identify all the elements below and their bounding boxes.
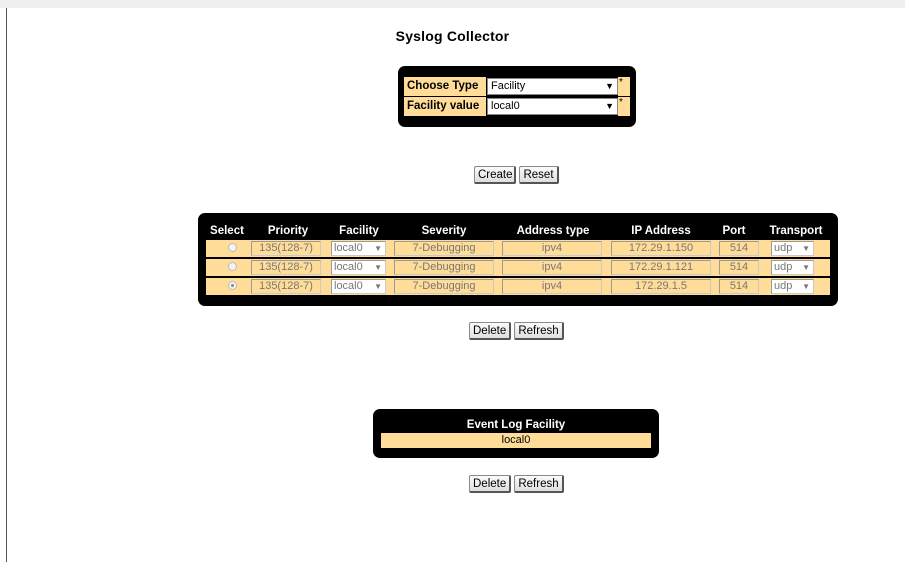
create-button[interactable]: Create xyxy=(474,166,516,184)
chevron-down-icon: ▼ xyxy=(802,263,810,272)
chevron-down-icon: ▼ xyxy=(374,282,382,291)
page-title: Syslog Collector xyxy=(395,28,510,44)
port-field[interactable]: 514 xyxy=(719,260,759,275)
facility-value-select[interactable]: local0 ▼ xyxy=(487,98,618,115)
port-field[interactable]: 514 xyxy=(719,279,759,294)
choose-type-label: Choose Type xyxy=(404,77,486,96)
ip-address-field[interactable]: 172.29.1.5 xyxy=(611,279,711,294)
required-marker: * xyxy=(618,97,630,116)
ip-address-field[interactable]: 172.29.1.150 xyxy=(611,241,711,256)
facility-select[interactable]: local0 ▼ xyxy=(331,241,386,256)
facility-select-value: local0 xyxy=(334,280,363,292)
transport-select-value: udp xyxy=(774,261,793,273)
syslog-type-form: Choose Type Facility ▼ * Facility value … xyxy=(398,66,636,127)
left-frame-border xyxy=(6,8,7,562)
column-header-priority: Priority xyxy=(267,225,309,237)
column-header-address-type: Address type xyxy=(516,225,590,237)
event-log-facility-panel: Event Log Facility local0 xyxy=(373,409,659,458)
table-row: 135(128-7) local0 ▼ 7-Debugging ipv4 172.… xyxy=(206,259,830,276)
transport-select-value: udp xyxy=(774,280,793,292)
refresh-collector-button[interactable]: Refresh xyxy=(514,322,564,340)
choose-type-value: Facility xyxy=(491,80,526,92)
ip-address-field[interactable]: 172.29.1.121 xyxy=(611,260,711,275)
facility-select[interactable]: local0 ▼ xyxy=(331,260,386,275)
required-marker: * xyxy=(618,77,630,96)
priority-field[interactable]: 135(128-7) xyxy=(251,279,321,294)
row-select-radio[interactable] xyxy=(228,281,237,290)
column-header-transport: Transport xyxy=(769,225,823,237)
choose-type-row: Choose Type Facility ▼ * xyxy=(404,77,630,96)
address-type-field[interactable]: ipv4 xyxy=(502,279,602,294)
transport-select[interactable]: udp ▼ xyxy=(771,279,814,294)
table-row: 135(128-7) local0 ▼ 7-Debugging ipv4 172.… xyxy=(206,240,830,257)
chevron-down-icon: ▼ xyxy=(605,101,614,111)
priority-field[interactable]: 135(128-7) xyxy=(251,241,321,256)
syslog-collector-table: Select Priority Facility Severity Addres… xyxy=(198,213,838,306)
facility-value-label: Facility value xyxy=(404,97,486,116)
chevron-down-icon: ▼ xyxy=(374,263,382,272)
top-frame-bar xyxy=(0,0,905,8)
transport-select[interactable]: udp ▼ xyxy=(771,260,814,275)
facility-select-value: local0 xyxy=(334,261,363,273)
column-header-facility: Facility xyxy=(339,225,379,237)
chevron-down-icon: ▼ xyxy=(802,244,810,253)
address-type-field[interactable]: ipv4 xyxy=(502,260,602,275)
row-select-radio[interactable] xyxy=(228,243,237,252)
choose-type-select[interactable]: Facility ▼ xyxy=(487,78,618,95)
table-row: 135(128-7) local0 ▼ 7-Debugging ipv4 172.… xyxy=(206,278,830,295)
delete-event-log-button[interactable]: Delete xyxy=(469,475,511,493)
row-select-radio[interactable] xyxy=(228,262,237,271)
severity-field[interactable]: 7-Debugging xyxy=(394,260,494,275)
delete-collector-button[interactable]: Delete xyxy=(469,322,511,340)
severity-field[interactable]: 7-Debugging xyxy=(394,279,494,294)
facility-value-value: local0 xyxy=(491,100,520,112)
address-type-field[interactable]: ipv4 xyxy=(502,241,602,256)
chevron-down-icon: ▼ xyxy=(605,81,614,91)
severity-field[interactable]: 7-Debugging xyxy=(394,241,494,256)
port-field[interactable]: 514 xyxy=(719,241,759,256)
column-header-severity: Severity xyxy=(421,225,467,237)
column-header-ip-address: IP Address xyxy=(631,225,691,237)
transport-select[interactable]: udp ▼ xyxy=(771,241,814,256)
facility-value-row: Facility value local0 ▼ * xyxy=(404,97,630,116)
refresh-event-log-button[interactable]: Refresh xyxy=(514,475,564,493)
priority-field[interactable]: 135(128-7) xyxy=(251,260,321,275)
chevron-down-icon: ▼ xyxy=(374,244,382,253)
reset-button[interactable]: Reset xyxy=(519,166,559,184)
facility-select-value: local0 xyxy=(334,242,363,254)
column-header-port: Port xyxy=(722,225,746,237)
event-log-facility-header: Event Log Facility xyxy=(466,419,566,431)
column-header-select: Select xyxy=(210,225,244,237)
facility-select[interactable]: local0 ▼ xyxy=(331,279,386,294)
event-log-facility-value[interactable]: local0 xyxy=(381,433,651,448)
chevron-down-icon: ▼ xyxy=(802,282,810,291)
transport-select-value: udp xyxy=(774,242,793,254)
